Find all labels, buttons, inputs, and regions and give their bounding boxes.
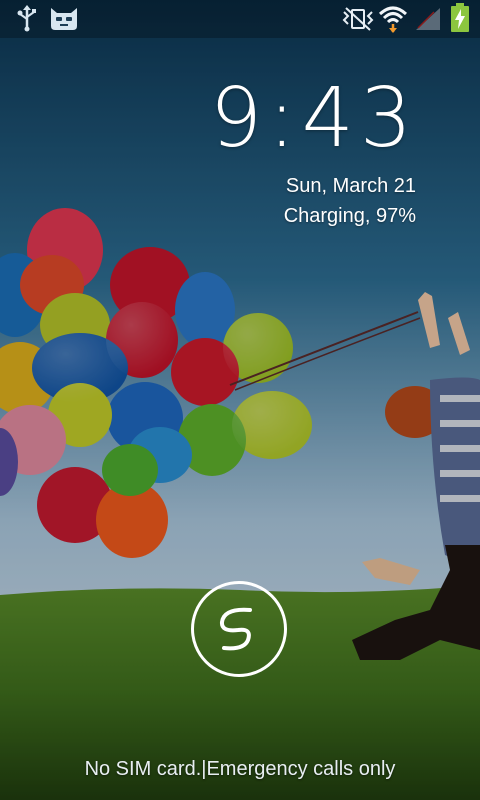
- unlock-button[interactable]: [191, 581, 287, 677]
- clock-time: 9:43: [209, 71, 418, 166]
- date-label: Sun, March 21: [285, 175, 416, 197]
- signal-icon: [414, 6, 442, 37]
- carrier-status: No SIM card.|Emergency calls only: [84, 758, 396, 780]
- vibrate-icon: [342, 4, 374, 37]
- cyanogenmod-icon: [48, 4, 80, 37]
- usb-icon: [14, 4, 40, 37]
- status-bar: [0, 0, 480, 38]
- charging-status: Charging, 97%: [283, 205, 416, 227]
- battery-charging-icon: [450, 3, 470, 38]
- unlock-swirl-icon: [219, 607, 252, 651]
- wifi-icon: [378, 4, 408, 39]
